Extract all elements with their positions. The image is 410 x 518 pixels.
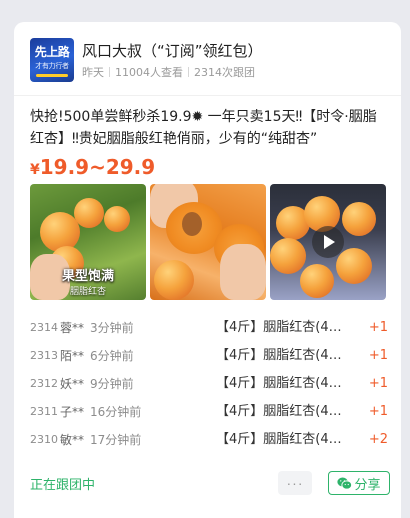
buyer-name: 妖** xyxy=(60,377,85,391)
currency-symbol: ¥ xyxy=(30,162,40,178)
order-quantity: +1 xyxy=(368,320,388,335)
price-range: ¥19.9~29.9 xyxy=(30,155,155,179)
apricot-shape xyxy=(270,238,306,274)
order-row: 2313 陌** 6分钟前 【4斤】胭脂红杏(4… +1 xyxy=(30,342,390,370)
meta-divider xyxy=(109,67,110,77)
apricot-shape xyxy=(74,198,104,228)
apricot-shape xyxy=(300,264,334,298)
buyer-name: 陌** xyxy=(60,349,85,363)
order-product: 【4斤】胭脂红杏(4… xyxy=(216,432,342,447)
order-product: 【4斤】胭脂红杏(4… xyxy=(216,348,342,363)
buyer-name: 子** xyxy=(60,405,85,419)
play-icon[interactable] xyxy=(312,226,344,258)
order-number: 2314 xyxy=(30,321,58,334)
meta-divider xyxy=(188,67,189,77)
order-time: 3分钟前 xyxy=(90,321,134,335)
apricot-shape xyxy=(342,202,376,236)
apricot-shape xyxy=(154,260,194,300)
more-button[interactable]: ··· xyxy=(278,471,312,495)
buyer-name: 敏** xyxy=(60,433,85,447)
order-number: 2311 xyxy=(30,405,58,418)
group-name[interactable]: 风口大叔（“订阅”领红包） xyxy=(82,40,263,61)
order-list: 2314 蓉** 3分钟前 【4斤】胭脂红杏(4… +1 2313 陌** 6分钟前 【4斤】胭… xyxy=(30,314,390,454)
image-subcaption: 胭脂红杏 xyxy=(69,287,106,297)
product-image-3[interactable] xyxy=(270,184,386,300)
order-row: 2314 蓉** 3分钟前 【4斤】胭脂红杏(4… +1 xyxy=(30,314,390,342)
image-caption: 果型饱满 xyxy=(61,269,114,284)
order-row: 2312 妖** 9分钟前 【4斤】胭脂红杏(4… +1 xyxy=(30,370,390,398)
order-number: 2312 xyxy=(30,377,58,390)
order-number: 2313 xyxy=(30,349,58,362)
post-meta: 昨天 11004人查看 2314次跟团 xyxy=(82,64,255,80)
order-quantity: +1 xyxy=(368,404,388,419)
apricot-pit-shape xyxy=(182,212,202,236)
product-image-1[interactable]: 果型饱满 胭脂红杏 xyxy=(30,184,146,300)
order-row: 2311 子** 16分钟前 【4斤】胭脂红杏(4… +1 xyxy=(30,398,390,426)
avatar-subtext: 才有力行者 xyxy=(35,62,69,70)
group-buy-card[interactable]: 先上路 才有力行者 风口大叔（“订阅”领红包） 昨天 11004人查看 2314次跟… xyxy=(14,22,401,518)
header-divider xyxy=(14,95,401,96)
order-time: 9分钟前 xyxy=(90,377,134,391)
join-count: 2314次跟团 xyxy=(194,66,255,79)
group-status: 正在跟团中 xyxy=(30,478,96,493)
order-quantity: +1 xyxy=(368,348,388,363)
order-number: 2310 xyxy=(30,433,58,446)
order-time: 17分钟前 xyxy=(90,433,142,447)
order-row: 2310 敏** 17分钟前 【4斤】胭脂红杏(4… +2 xyxy=(30,426,390,454)
order-time: 16分钟前 xyxy=(90,405,142,419)
order-time: 6分钟前 xyxy=(90,349,134,363)
avatar-stripe xyxy=(36,74,68,77)
avatar-text: 先上路 xyxy=(34,45,70,59)
price-value: 19.9~29.9 xyxy=(39,155,156,179)
view-count: 11004人查看 xyxy=(115,66,183,79)
share-label: 分享 xyxy=(354,476,381,492)
buyer-name: 蓉** xyxy=(60,321,85,335)
product-image-2[interactable] xyxy=(150,184,266,300)
order-quantity: +2 xyxy=(368,432,388,447)
card-header: 先上路 才有力行者 风口大叔（“订阅”领红包） 昨天 11004人查看 2314次跟… xyxy=(30,38,391,84)
wechat-icon xyxy=(337,477,353,490)
order-quantity: +1 xyxy=(368,376,388,391)
share-button[interactable]: 分享 xyxy=(328,471,390,495)
avatar[interactable]: 先上路 才有力行者 xyxy=(30,38,74,82)
hand-shape xyxy=(220,244,266,300)
post-time: 昨天 xyxy=(82,66,104,79)
apricot-shape xyxy=(336,248,372,284)
apricot-shape xyxy=(104,206,130,232)
order-product: 【4斤】胭脂红杏(4… xyxy=(216,404,342,419)
order-product: 【4斤】胭脂红杏(4… xyxy=(216,320,342,335)
product-title[interactable]: 快抢!500单尝鲜秒杀19.9✹ 一年只卖15天‼【时令·胭脂红杏】‼贵妃胭脂般… xyxy=(30,106,390,150)
order-product: 【4斤】胭脂红杏(4… xyxy=(216,376,342,391)
